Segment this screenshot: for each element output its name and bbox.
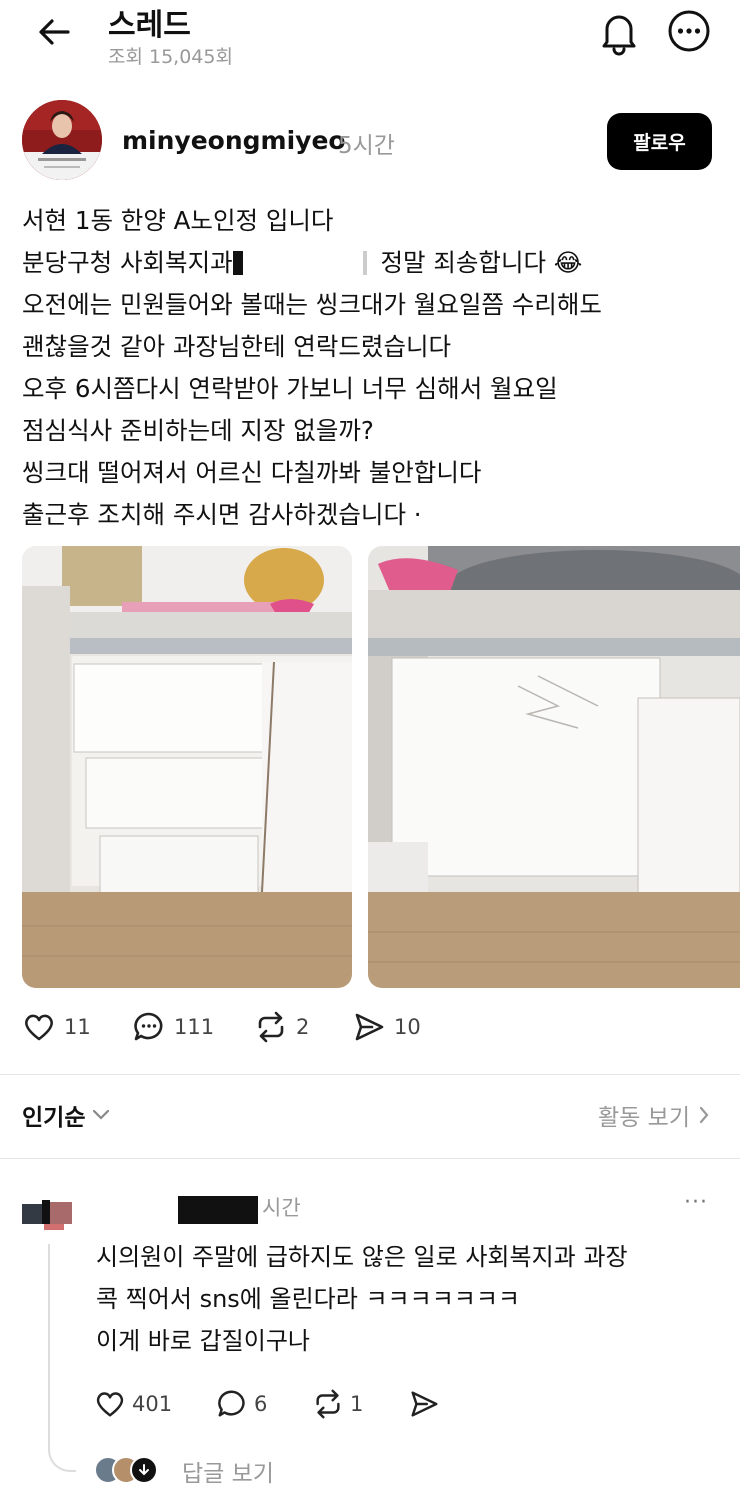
like-count: 11 xyxy=(64,1015,91,1039)
comment-more-icon[interactable]: ··· xyxy=(684,1190,708,1215)
commenter-name-redacted xyxy=(178,1196,258,1224)
reply-avatars xyxy=(94,1456,160,1484)
back-arrow-icon[interactable] xyxy=(34,12,74,52)
chevron-right-icon xyxy=(699,1106,709,1124)
comment-actions: 401 6 1 xyxy=(94,1388,474,1428)
comment-text: 시의원이 주말에 급하지도 않은 일로 사회복지과 과장 콕 찍어서 sns에 … xyxy=(96,1236,726,1362)
comment-like-count: 401 xyxy=(132,1392,173,1416)
comment-line: 이게 바로 갑질이구나 xyxy=(96,1327,310,1355)
comment-reply-count: 6 xyxy=(254,1392,268,1416)
redaction-block xyxy=(232,251,373,275)
post-line: 괜찮을것 같아 과장님한테 연락드렸습니다 xyxy=(22,332,452,361)
divider xyxy=(0,1158,740,1159)
page-title: 스레드 xyxy=(108,8,191,43)
comment-share-button[interactable] xyxy=(408,1388,440,1420)
post-line: 서현 1동 한양 A노인정 입니다 xyxy=(22,206,334,235)
comment-repost-button[interactable]: 1 xyxy=(312,1388,363,1420)
comment-like-button[interactable]: 401 xyxy=(94,1388,172,1420)
sort-label: 인기순 xyxy=(22,1105,86,1131)
comment-bubble-icon xyxy=(218,1390,245,1417)
chevron-down-icon xyxy=(93,1109,110,1120)
post-line: 씽크대 떨어져서 어르신 다칠까봐 불안합니다 xyxy=(22,458,482,487)
comment-button[interactable]: 111 xyxy=(132,1010,214,1044)
comment-line: 시의원이 주말에 급하지도 않은 일로 사회복지과 과장 xyxy=(96,1243,628,1271)
like-button[interactable]: 11 xyxy=(22,1010,91,1044)
comment-time: 시간 xyxy=(262,1196,301,1220)
follow-button[interactable]: 팔로우 xyxy=(607,113,712,170)
divider xyxy=(0,1074,740,1075)
comment-bubble-icon xyxy=(134,1012,163,1041)
reply-avatar xyxy=(130,1456,158,1484)
thread-line xyxy=(48,1244,76,1472)
share-send-icon xyxy=(411,1391,438,1417)
arrow-down-icon xyxy=(139,1464,149,1476)
repost-button[interactable]: 2 xyxy=(254,1010,309,1044)
post-line: 출근후 조치해 주시면 감사하겠습니다 · xyxy=(22,500,422,529)
post-line: 점심식사 준비하는데 지장 없을까? xyxy=(22,416,374,445)
post-actions: 11 111 2 10 xyxy=(22,1010,442,1054)
view-replies-link[interactable]: 답글 보기 xyxy=(182,1454,274,1488)
post-text: 서현 1동 한양 A노인정 입니다 분당구청 사회복지과 정말 죄송합니다 😂 … xyxy=(22,200,722,536)
sort-dropdown[interactable]: 인기순 xyxy=(22,1098,111,1132)
post-line: 오전에는 민원들어와 볼때는 씽크대가 월요일쯤 수리해도 xyxy=(22,290,602,319)
comment-repost-count: 1 xyxy=(350,1392,364,1416)
post-line-part: 정말 죄송합니다 😂 xyxy=(380,248,583,277)
comment-reply-button[interactable]: 6 xyxy=(216,1388,267,1420)
share-count: 10 xyxy=(394,1015,421,1039)
post-photo-1[interactable] xyxy=(22,546,352,988)
comment-line: 콕 찍어서 sns에 올린다라 ㅋㅋㅋㅋㅋㅋㅋ xyxy=(96,1285,521,1313)
commenter-avatar[interactable] xyxy=(22,1196,78,1234)
share-send-icon xyxy=(355,1013,384,1041)
comment-count: 111 xyxy=(174,1015,215,1039)
activity-label: 활동 보기 xyxy=(598,1105,690,1131)
post-time: 5시간 xyxy=(338,133,395,159)
post-line-part: 분당구청 사회복지과 xyxy=(22,248,233,277)
author-username[interactable]: minyeongmiyeo xyxy=(122,126,346,155)
repost-icon xyxy=(316,1389,340,1419)
post-photo-2[interactable] xyxy=(368,546,740,988)
more-options-icon[interactable] xyxy=(666,8,712,54)
top-bar: 스레드 조회 15,045회 xyxy=(0,0,740,80)
view-activity-link[interactable]: 활동 보기 xyxy=(598,1098,710,1132)
repost-icon xyxy=(258,1011,284,1043)
post-line: 오후 6시쯤다시 연락받아 가보니 너무 심해서 월요일 xyxy=(22,374,558,403)
author-avatar[interactable] xyxy=(22,100,102,180)
share-button[interactable]: 10 xyxy=(352,1010,421,1044)
bell-icon[interactable] xyxy=(596,8,642,56)
view-count: 조회 15,045회 xyxy=(108,46,233,68)
heart-icon xyxy=(96,1392,124,1417)
heart-icon xyxy=(25,1014,53,1041)
repost-count: 2 xyxy=(296,1015,310,1039)
post-line: 분당구청 사회복지과 정말 죄송합니다 😂 xyxy=(22,242,722,284)
